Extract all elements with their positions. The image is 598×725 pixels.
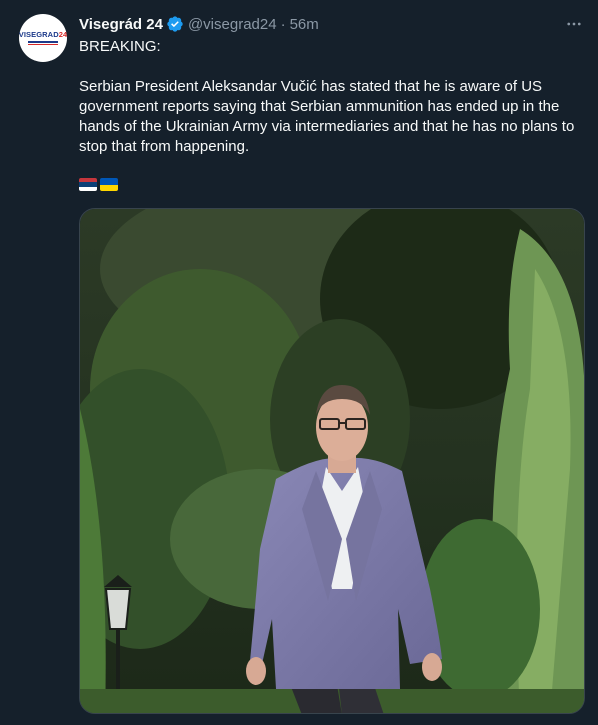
photo-garden-man: [80, 209, 584, 713]
avatar-logo: VISEGRAD24: [19, 30, 67, 40]
avatar-logo-bar: [28, 40, 58, 43]
separator-dot: ·: [280, 15, 286, 33]
tweet-text: BREAKING: Serbian President Aleksandar V…: [79, 37, 584, 157]
tweet-line-breaking: BREAKING:: [79, 38, 161, 55]
tweet-photo[interactable]: [79, 208, 585, 714]
tweet[interactable]: VISEGRAD24 Visegrád 24 @visegrad24 · 56m…: [0, 0, 598, 725]
flag-emojis: [79, 178, 118, 191]
verified-badge-icon: [166, 15, 184, 33]
tweet-paragraph: Serbian President Aleksandar Vučić has s…: [79, 78, 575, 155]
tweet-header: Visegrád 24 @visegrad24 · 56m: [79, 13, 538, 35]
serbia-flag-emoji: [79, 178, 97, 191]
avatar-logo-bar-red: [28, 43, 58, 45]
display-name[interactable]: Visegrád 24: [79, 16, 163, 33]
more-options-icon[interactable]: [564, 14, 584, 34]
timestamp[interactable]: 56m: [290, 16, 319, 33]
handle[interactable]: @visegrad24: [188, 16, 277, 33]
ukraine-flag-emoji: [100, 178, 118, 191]
avatar[interactable]: VISEGRAD24: [19, 14, 67, 62]
